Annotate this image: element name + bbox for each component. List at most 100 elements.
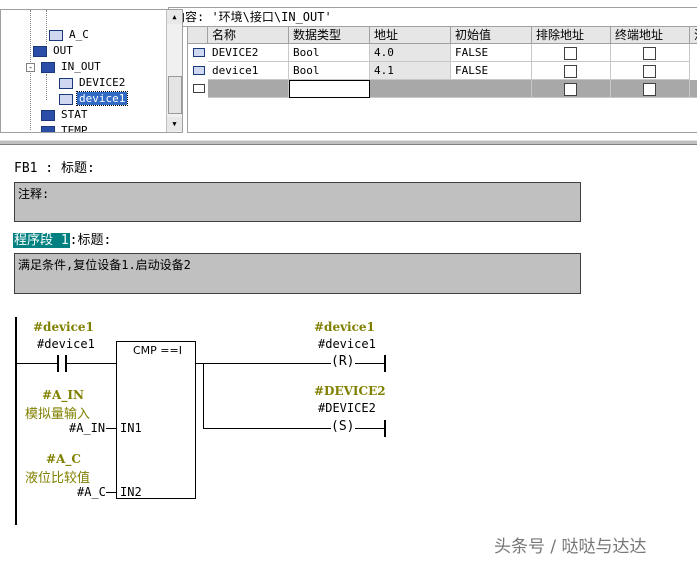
set-coil-glyph: S xyxy=(338,419,347,434)
terminal-address-checkbox[interactable] xyxy=(643,65,656,78)
block-comment-label: 注释: xyxy=(18,187,50,201)
tree-item-selected[interactable]: device1 xyxy=(59,91,129,107)
compare-label: CMP ==I xyxy=(133,344,182,357)
section-icon xyxy=(33,45,47,57)
parameter-icon xyxy=(59,77,73,89)
tree-item[interactable]: OUT xyxy=(33,43,75,59)
pin-wire xyxy=(106,428,116,429)
table-cell-name[interactable]: device1 xyxy=(208,62,289,80)
tree-item-label: STAT xyxy=(61,108,88,121)
branch-wire xyxy=(203,428,331,429)
column-header-exclude-address[interactable]: 排除地址 xyxy=(532,27,611,44)
contact-left-bar[interactable] xyxy=(57,355,59,372)
tree-item[interactable]: DEVICE2 xyxy=(59,75,127,91)
declaration-panel: 内容: '环境\接口\IN_OUT' A_C OUT - IN_OUT DEVI… xyxy=(0,0,697,140)
rung-wire xyxy=(196,363,331,364)
tree-guide-line xyxy=(46,10,47,44)
block-title[interactable]: FB1 : 标题: xyxy=(14,157,95,176)
reset-coil-operand[interactable]: #device1 xyxy=(318,337,376,351)
tree-scrollbar[interactable]: ▲ ▼ xyxy=(166,10,182,132)
tree-item[interactable]: A_C xyxy=(49,27,91,43)
parameter-icon xyxy=(59,93,73,105)
parameter-icon xyxy=(49,29,63,41)
new-row-icon xyxy=(193,84,205,93)
rung-wire xyxy=(355,428,385,429)
tree-item-label: DEVICE2 xyxy=(79,76,126,89)
network-title[interactable]: 程序段 1:标题: xyxy=(13,229,111,248)
row-parameter-icon xyxy=(193,66,205,75)
column-header-comment[interactable]: 注 xyxy=(690,27,697,44)
content-path-bar: 内容: '环境\接口\IN_OUT' xyxy=(168,7,697,27)
tree-item[interactable]: IN_OUT xyxy=(41,59,103,75)
collapse-icon[interactable]: - xyxy=(26,63,35,72)
watermark: 头条号 / 哒哒与达达 xyxy=(494,537,647,557)
network-comment-box[interactable]: 满足条件,复位设备1.启动设备2 xyxy=(14,253,581,294)
branch-wire xyxy=(203,363,204,429)
set-coil-operand[interactable]: #DEVICE2 xyxy=(318,401,376,415)
table-cell-address: 4.1 xyxy=(370,62,451,80)
column-header-datatype[interactable]: 数据类型 xyxy=(289,27,370,44)
tree-item[interactable]: STAT xyxy=(41,107,90,123)
interface-tree[interactable]: A_C OUT - IN_OUT DEVICE2 device1 STAT TE… xyxy=(0,9,183,133)
in2-comment: 液位比较值 xyxy=(25,471,91,486)
terminal-address-checkbox[interactable] xyxy=(643,83,656,96)
table-cell-name[interactable]: DEVICE2 xyxy=(208,44,289,62)
contact-operand[interactable]: #device1 xyxy=(37,337,95,351)
exclude-address-checkbox[interactable] xyxy=(564,83,577,96)
column-header-address[interactable]: 地址 xyxy=(370,27,451,44)
tree-item-label: TEMP xyxy=(61,124,88,133)
tree-item-label: A_C xyxy=(69,28,89,41)
table-cell-address: 4.0 xyxy=(370,44,451,62)
scroll-up-icon[interactable]: ▲ xyxy=(167,10,182,24)
rung-wire xyxy=(67,363,117,364)
column-header-name[interactable]: 名称 xyxy=(208,27,289,44)
scroll-thumb[interactable] xyxy=(168,76,182,114)
network-title-suffix: :标题: xyxy=(69,233,112,248)
in2-operand[interactable]: #A_C xyxy=(77,485,106,499)
set-coil-symbol: #DEVICE2 xyxy=(314,384,386,398)
table-cell-datatype[interactable]: Bool xyxy=(289,44,370,62)
table-cell-initial[interactable]: FALSE xyxy=(451,44,532,62)
scroll-down-icon[interactable]: ▼ xyxy=(167,117,182,131)
tree-item-label: IN_OUT xyxy=(61,60,101,73)
in1-comment: 模拟量输入 xyxy=(25,407,91,422)
compare-pin-in1: IN1 xyxy=(120,421,142,435)
table-cell-empty[interactable] xyxy=(370,80,532,98)
right-terminal xyxy=(384,355,386,372)
row-header-corner xyxy=(188,27,208,44)
power-rail xyxy=(15,317,17,525)
right-terminal xyxy=(384,420,386,437)
declaration-table[interactable]: 名称 数据类型 地址 初始值 排除地址 终端地址 注 DEVICE2 Bool … xyxy=(187,26,697,133)
tree-item-label: device1 xyxy=(75,91,129,106)
table-cell-initial[interactable]: FALSE xyxy=(451,62,532,80)
rung-wire xyxy=(355,363,385,364)
splitter[interactable] xyxy=(0,140,697,145)
tree-item[interactable]: TEMP xyxy=(41,123,90,133)
compare-box[interactable]: CMP ==I IN1 IN2 xyxy=(116,341,196,499)
table-cell-name-empty[interactable] xyxy=(208,80,289,98)
column-header-terminal-address[interactable]: 终端地址 xyxy=(611,27,690,44)
exclude-address-checkbox[interactable] xyxy=(564,47,577,60)
row-parameter-icon xyxy=(193,48,205,57)
in1-operand[interactable]: #A_IN xyxy=(69,421,105,435)
reset-coil[interactable]: (R) xyxy=(331,354,354,369)
content-path-text: 内容: '环境\接口\IN_OUT' xyxy=(173,10,332,24)
terminal-address-checkbox[interactable] xyxy=(643,47,656,60)
pin-wire xyxy=(106,492,116,493)
table-cell-datatype-edit[interactable] xyxy=(289,80,370,98)
tree-guide-line xyxy=(46,74,47,100)
section-icon xyxy=(41,125,55,132)
exclude-address-checkbox[interactable] xyxy=(564,65,577,78)
section-icon xyxy=(41,61,55,73)
in1-symbol: #A_IN xyxy=(42,388,84,402)
compare-pin-in2: IN2 xyxy=(120,485,142,499)
reset-coil-glyph: R xyxy=(338,354,347,369)
network-number-highlight: 程序段 1 xyxy=(13,233,70,248)
table-cell-datatype[interactable]: Bool xyxy=(289,62,370,80)
table-cell-comment[interactable] xyxy=(690,80,697,98)
tree-item-label: OUT xyxy=(53,44,73,57)
column-header-initial[interactable]: 初始值 xyxy=(451,27,532,44)
block-comment-box[interactable]: 注释: xyxy=(14,182,581,222)
reset-coil-symbol: #device1 xyxy=(314,320,375,334)
set-coil[interactable]: (S) xyxy=(331,419,354,434)
